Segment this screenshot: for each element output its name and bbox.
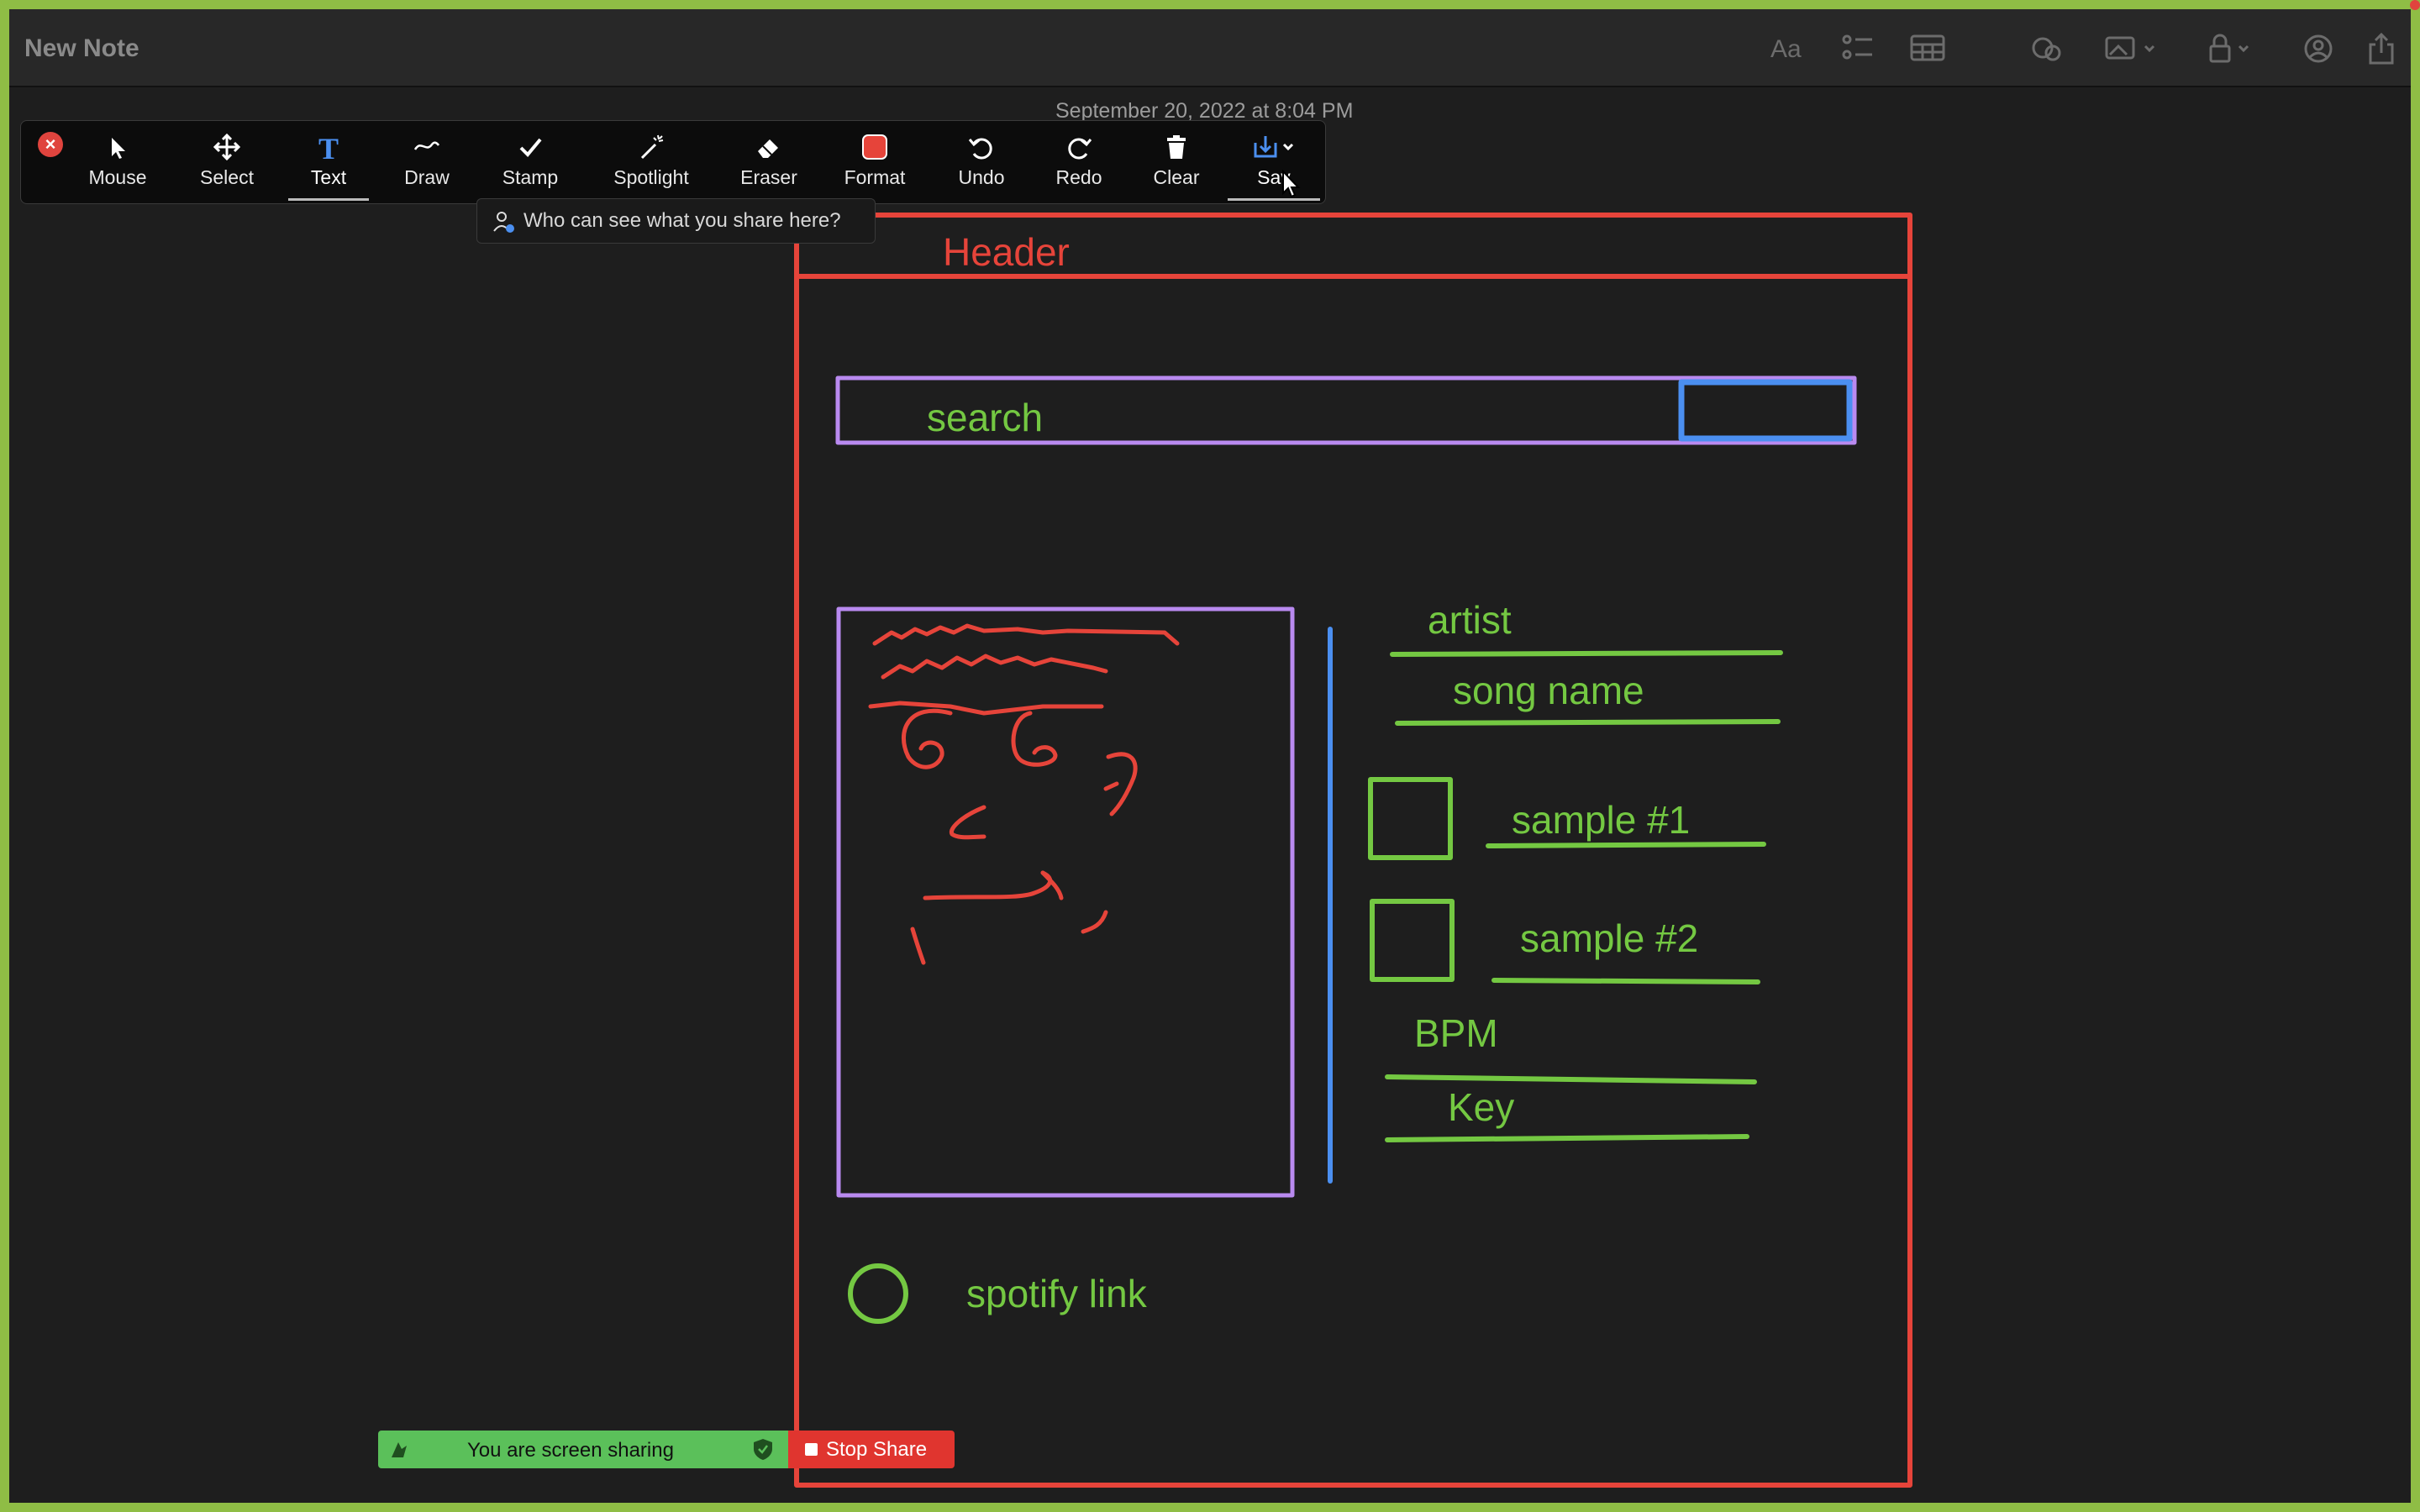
who-can-see-tooltip[interactable]: Who can see what you share here?: [476, 198, 876, 244]
spotify-radio-circle[interactable]: [848, 1263, 908, 1324]
arrow-cursor-icon: [112, 138, 125, 159]
tool-stamp[interactable]: Stamp: [490, 128, 571, 198]
bpm-underline: [1385, 1074, 1757, 1084]
annotation-canvas[interactable]: [9, 9, 2411, 1503]
tool-draw[interactable]: Draw: [389, 128, 465, 198]
undo-icon: [968, 138, 992, 160]
sample-2-label: sample #2: [1520, 916, 1699, 960]
stop-share-label: Stop Share: [826, 1438, 928, 1461]
key-label: Key: [1448, 1085, 1515, 1129]
svg-text:T: T: [318, 132, 339, 163]
stop-share-button[interactable]: Stop Share: [788, 1431, 955, 1468]
checkmark-icon: [519, 138, 542, 157]
magic-wand-icon: [640, 134, 664, 160]
face-doodle: [868, 623, 1180, 965]
shield-check-icon: [754, 1439, 772, 1460]
sample-2-checkbox[interactable]: [1370, 899, 1455, 982]
header-label: Header: [943, 230, 1070, 274]
tool-clear[interactable]: Clear: [1139, 128, 1214, 198]
tool-undo[interactable]: Undo: [944, 128, 1019, 198]
sample-1-checkbox[interactable]: [1368, 777, 1453, 860]
close-annotation-icon[interactable]: ×: [38, 132, 63, 157]
tool-spotlight[interactable]: Spotlight: [601, 128, 702, 198]
song-name-underline: [1395, 719, 1781, 726]
search-button-sketch: [1678, 379, 1853, 442]
recording-dot-icon: [2410, 0, 2420, 10]
squiggle-icon: [413, 141, 440, 150]
stop-icon: [805, 1443, 818, 1456]
tool-select[interactable]: Select: [189, 128, 265, 198]
tool-redo[interactable]: Redo: [1041, 128, 1117, 198]
artist-underline: [1390, 650, 1783, 657]
share-indicator-icon: [392, 1442, 407, 1457]
screen-share-bar[interactable]: You are screen sharing Stop Share: [378, 1431, 955, 1468]
search-label: search: [927, 396, 1044, 439]
share-status-text: You are screen sharing: [467, 1439, 674, 1462]
person-icon: [493, 212, 514, 233]
artist-label: artist: [1428, 598, 1512, 642]
eraser-icon: [758, 139, 778, 158]
tool-text[interactable]: T Text: [288, 128, 369, 201]
text-t-icon: T: [318, 132, 339, 163]
notes-window: New Note Aa September 20, 2022 at 8:04 P…: [9, 9, 2411, 1503]
trash-icon: [1167, 135, 1186, 159]
mouse-pointer-icon: [1282, 170, 1301, 198]
sample-1-underline: [1486, 842, 1766, 848]
save-download-icon: [1254, 136, 1294, 158]
tool-format[interactable]: Format: [833, 128, 917, 198]
move-arrows-icon: [213, 133, 241, 161]
tool-mouse[interactable]: Mouse: [80, 128, 155, 198]
sample-1-label: sample #1: [1512, 798, 1691, 842]
spotify-link-label: spotify link: [966, 1272, 1147, 1315]
tool-eraser[interactable]: Eraser: [727, 128, 811, 198]
sample-2-underline: [1491, 978, 1760, 984]
annotation-toolbar: × Mouse Select T Text Draw Stamp Spotlig…: [20, 120, 1326, 204]
tool-save[interactable]: Sav: [1228, 128, 1320, 201]
redo-icon: [1068, 138, 1092, 160]
song-name-label: song name: [1453, 669, 1644, 712]
bpm-label: BPM: [1414, 1011, 1498, 1055]
color-swatch-icon: [862, 134, 887, 160]
share-status[interactable]: You are screen sharing: [378, 1431, 788, 1468]
who-can-see-text: Who can see what you share here?: [523, 209, 841, 232]
album-art-box: [836, 606, 1295, 1198]
key-underline: [1385, 1134, 1749, 1142]
